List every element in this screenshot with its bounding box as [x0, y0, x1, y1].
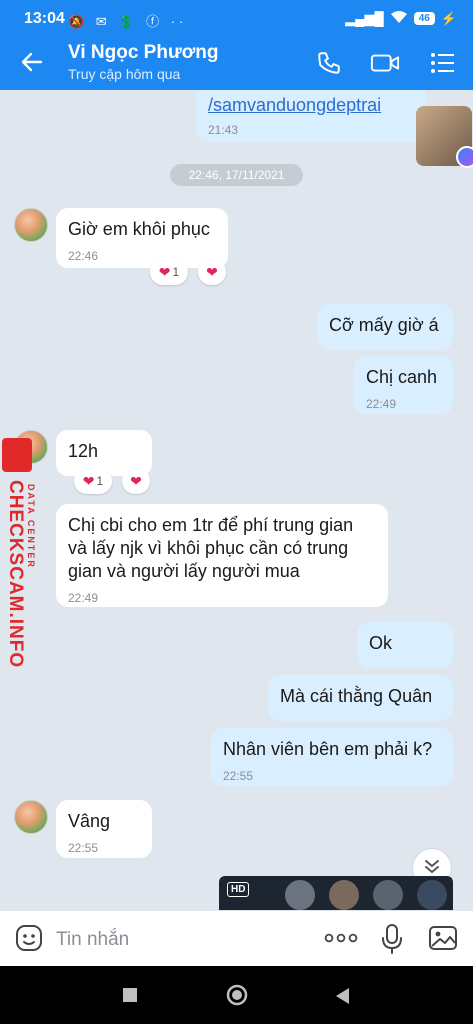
heart-icon: ❤ [206, 263, 218, 280]
status-time: 13:04 [24, 10, 65, 27]
message-time: 22:49 [366, 397, 397, 411]
watermark-subtext: DATA CENTER [26, 484, 36, 569]
wifi-icon [390, 10, 408, 27]
message-bubble-incoming[interactable]: Vâng 22:55 [56, 800, 152, 858]
message-time: 22:55 [68, 841, 99, 855]
message-input[interactable]: Tin nhắn [56, 929, 129, 951]
contact-name[interactable]: Vi Ngọc Phương [68, 42, 218, 64]
more-options-icon[interactable] [324, 931, 358, 949]
video-thumbnail [417, 880, 447, 910]
chat-header: Vi Ngọc Phương Truy cập hôm qua [0, 36, 473, 90]
image-icon[interactable] [428, 923, 458, 958]
message-text: Nhân viên bên em phải k? [223, 739, 433, 759]
video-preview-strip[interactable]: HD [219, 876, 453, 910]
video-thumbnail [285, 880, 315, 910]
message-text: Mà cái thằng Quân [280, 686, 433, 706]
hd-badge: HD [227, 882, 250, 897]
battery-indicator: 46 [413, 12, 435, 25]
notification-icons: 🔕 ✉ 💲 ⓕ ·· [68, 14, 188, 29]
heart-react-button[interactable]: ❤ [198, 259, 226, 285]
phone-icon[interactable] [314, 48, 344, 78]
video-call-icon[interactable] [370, 48, 400, 78]
video-thumbnail [329, 880, 359, 910]
message-time: 22:49 [68, 591, 99, 605]
message-time: 22:46 [68, 249, 99, 263]
checkscam-logo [2, 438, 32, 472]
message-text: Ok [369, 633, 393, 653]
message-bubble-outgoing[interactable]: Ok [357, 622, 453, 668]
message-time: 21:43 [208, 123, 239, 137]
heart-icon: ❤ [130, 472, 142, 489]
message-bubble-outgoing[interactable]: Mà cái thằng Quân [268, 675, 453, 721]
last-seen-status: Truy cập hôm qua [68, 66, 181, 82]
microphone-icon[interactable] [380, 923, 404, 960]
date-separator: 22:46, 17/11/2021 [170, 164, 303, 186]
system-nav-bar [0, 966, 473, 1024]
heart-react-button[interactable]: ❤ [122, 468, 150, 494]
message-time: 22:55 [223, 769, 254, 783]
heart-icon: ❤ [82, 472, 95, 489]
recent-apps-icon[interactable] [122, 987, 138, 1008]
back-arrow-icon[interactable] [20, 50, 44, 78]
heart-icon: ❤ [158, 263, 171, 280]
contact-avatar[interactable] [14, 800, 48, 834]
charging-icon: ⚡ [440, 10, 457, 26]
message-bubble-incoming[interactable]: Chị cbi cho em 1tr để phí trung gian và … [56, 504, 388, 607]
watermark-text: CHECKSCAM.INFO [5, 480, 26, 669]
back-nav-icon[interactable] [334, 987, 350, 1010]
message-text: Vâng [68, 811, 111, 831]
signal-icon: ▂▄▆█ [345, 10, 384, 26]
menu-icon[interactable] [428, 48, 458, 78]
reaction-count-badge[interactable]: ❤ 1 [74, 468, 112, 494]
message-bubble-outgoing[interactable]: /samvanduongdeptrai 21:43 [196, 90, 426, 142]
message-link[interactable]: /samvanduongdeptrai [208, 94, 414, 117]
status-bar: 13:04 🔕 ✉ 💲 ⓕ ·· ▂▄▆█ 46 ⚡ [0, 0, 473, 36]
message-bubble-outgoing[interactable]: Cỡ mấy giờ á [317, 304, 453, 350]
contact-avatar[interactable] [14, 208, 48, 242]
message-text: Chị cbi cho em 1tr để phí trung gian và … [68, 515, 354, 581]
message-bubble-outgoing[interactable]: Chị canh 22:49 [354, 356, 453, 414]
message-bubble-outgoing[interactable]: Nhân viên bên em phải k? 22:55 [211, 728, 453, 786]
home-icon[interactable] [226, 984, 248, 1011]
video-thumbnail [373, 880, 403, 910]
message-text: Giờ em khôi phục [68, 219, 210, 239]
message-text: Chị canh [366, 367, 438, 387]
reaction-count-badge[interactable]: ❤ 1 [150, 259, 188, 285]
chat-area[interactable]: /samvanduongdeptrai 21:43 22:46, 17/11/2… [0, 90, 473, 910]
message-input-bar: Tin nhắn [0, 910, 473, 966]
status-right: ▂▄▆█ 46 ⚡ [345, 10, 457, 27]
message-bubble-incoming[interactable]: Giờ em khôi phục 22:46 [56, 208, 228, 268]
sticker-icon[interactable] [14, 923, 44, 958]
message-text: 12h [68, 441, 99, 461]
messenger-icon [456, 146, 473, 168]
message-text: Cỡ mấy giờ á [329, 315, 439, 335]
